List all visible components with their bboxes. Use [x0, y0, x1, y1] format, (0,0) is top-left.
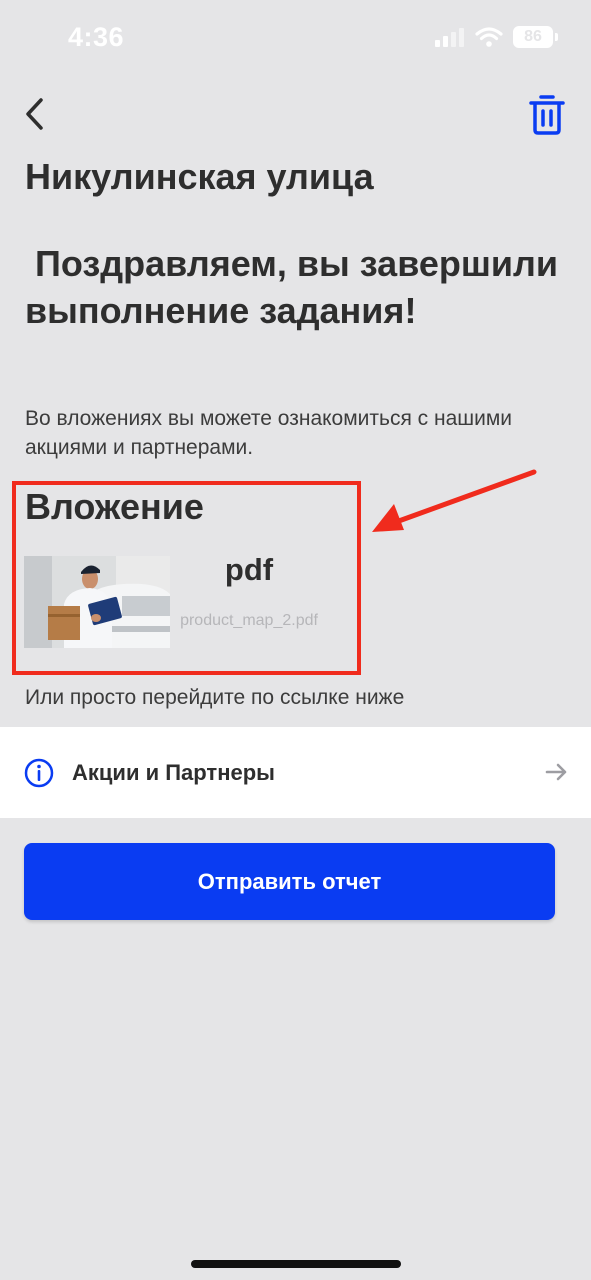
trash-icon[interactable] [527, 92, 567, 136]
promotions-link-label: Акции и Партнеры [72, 760, 275, 785]
promotions-link-row[interactable]: Акции и Партнеры [0, 727, 591, 818]
arrow-right-icon [545, 763, 567, 781]
info-icon [24, 758, 54, 788]
home-indicator [191, 1260, 401, 1268]
attachment-heading: Вложение [25, 486, 204, 527]
wifi-icon [475, 27, 503, 47]
annotation-arrow [372, 469, 537, 532]
submit-report-button[interactable]: Отправить отчет [24, 843, 555, 920]
battery-icon: 86 [513, 26, 558, 48]
status-icons: 86 [435, 26, 558, 48]
chevron-left-icon[interactable] [20, 94, 52, 134]
page-title: Никулинская улица [25, 156, 374, 197]
cellular-signal-icon [435, 28, 464, 47]
attachment-filename[interactable]: product_map_2.pdf [176, 610, 322, 632]
link-hint-text: Или просто перейдите по ссылке ниже [25, 686, 405, 709]
description-text: Во вложениях вы можете ознакомиться с на… [25, 407, 513, 459]
status-bar: 4:36 86 [0, 0, 591, 80]
congrats-message: Поздравляем, вы завершили выполнение зад… [25, 243, 569, 331]
attachment-type: pdf [224, 552, 274, 587]
status-time: 4:36 [68, 22, 125, 52]
attachment-thumbnail[interactable] [24, 556, 170, 648]
